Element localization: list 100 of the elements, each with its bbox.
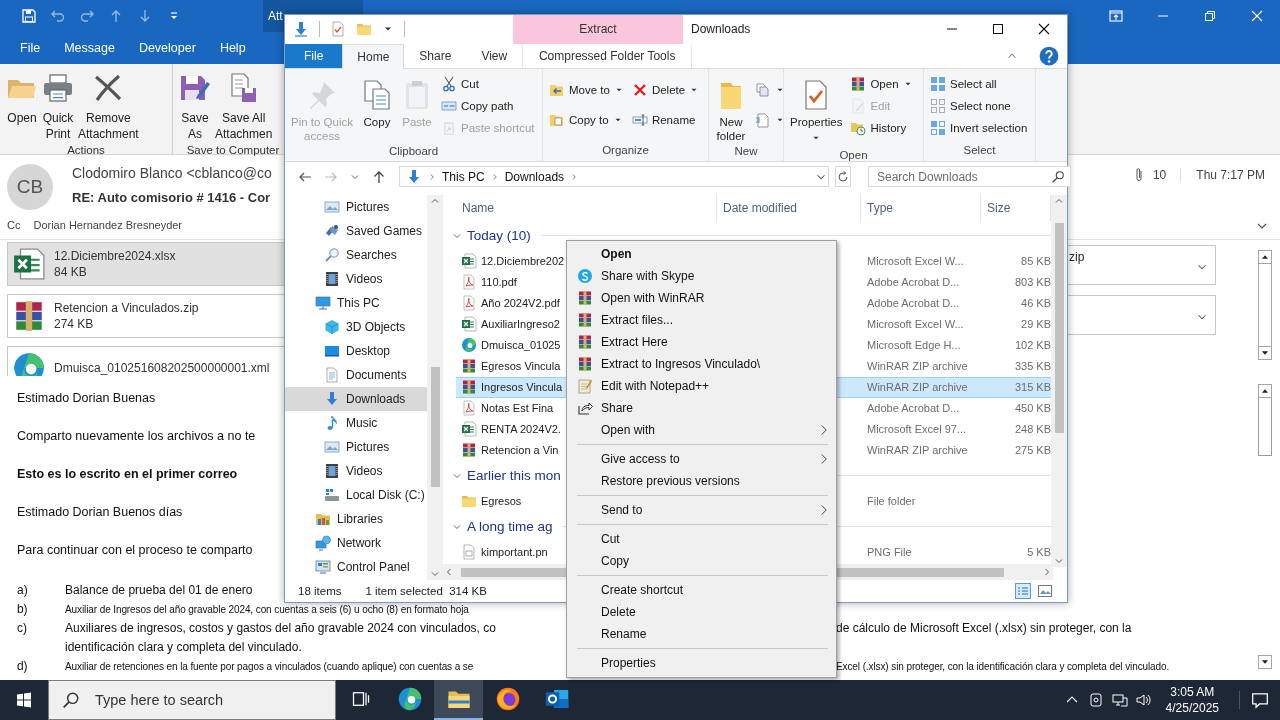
scrollbar[interactable] (836, 564, 1053, 581)
taskbar-app[interactable] (434, 680, 483, 720)
scrollbar[interactable] (1258, 384, 1272, 456)
menu-item[interactable]: Extract files... (567, 309, 836, 331)
ribbon-tab[interactable]: Home (342, 43, 405, 69)
download-arrow-icon[interactable] (293, 21, 309, 38)
attachment-card[interactable]: Retencion a Vinculados.zip 274 KB (7, 294, 284, 338)
ribbon-button[interactable]: New folder (712, 72, 750, 145)
menu-item[interactable]: Send to (567, 499, 836, 521)
file-entry[interactable]: Ingresos Vincula (456, 376, 567, 398)
ribbon-button[interactable]: Copy (358, 72, 396, 131)
ribbon-button[interactable]: History (847, 116, 916, 139)
scrollbar[interactable] (443, 564, 567, 581)
ribbon-button[interactable]: Quick Print (40, 70, 76, 144)
ribbon-button[interactable]: Rename (628, 108, 703, 131)
notifications-icon[interactable] (1251, 691, 1269, 709)
save-icon[interactable] (21, 8, 37, 24)
menu-item[interactable]: Edit with Notepad++ (567, 375, 836, 397)
breadcrumb[interactable]: This PC (442, 169, 485, 184)
menu-item[interactable]: Give access to (567, 448, 836, 470)
menu-tab[interactable]: File (20, 41, 41, 55)
nav-item[interactable]: Saved Games (285, 218, 427, 243)
nav-item[interactable]: Control Panel (285, 554, 427, 579)
nav-item[interactable]: Desktop (285, 338, 427, 363)
nav-item[interactable]: Videos (285, 266, 427, 291)
clock[interactable]: 3:05 AM 4/25/2025 (1165, 684, 1219, 716)
column-header[interactable]: Date modified (717, 194, 861, 221)
nav-item[interactable]: Network (285, 530, 427, 555)
presentation-icon[interactable] (1107, 8, 1124, 24)
menu-item[interactable]: Copy (567, 550, 836, 572)
menu-item[interactable]: Cut (567, 528, 836, 550)
scrollbar[interactable] (427, 194, 443, 581)
menu-item[interactable]: Delete (567, 601, 836, 623)
volume-icon[interactable] (1135, 692, 1152, 708)
menu-item[interactable]: Create shortcut (567, 579, 836, 601)
menu-tab[interactable]: Message (64, 41, 115, 55)
attachment-card[interactable]: zip (1068, 245, 1216, 285)
help-icon[interactable] (1039, 45, 1059, 66)
network-icon[interactable] (1111, 692, 1128, 708)
menu-item[interactable]: Restore previous versions (567, 470, 836, 492)
file-entry[interactable]: Egresos (456, 490, 567, 512)
ribbon-button[interactable]: Remove Attachment (76, 70, 141, 144)
file-entry[interactable]: Notas Est Fina (456, 397, 567, 419)
menu-item[interactable]: Extract to Ingresos Vinculado\ (567, 353, 836, 375)
nav-item[interactable]: Pictures (285, 194, 427, 219)
nav-item[interactable]: Videos (285, 458, 427, 483)
menu-item[interactable]: Share (567, 397, 836, 419)
ribbon-button[interactable]: Select all (927, 72, 1031, 95)
menu-item[interactable]: Extract Here (567, 331, 836, 353)
ribbon-button[interactable]: Open (847, 72, 916, 95)
ribbon-tab[interactable]: Share (404, 43, 467, 68)
undo-icon[interactable] (50, 8, 66, 24)
nav-item[interactable]: Pictures (285, 434, 427, 459)
column-header[interactable]: Type (861, 194, 981, 221)
file-entry[interactable]: 12.Diciembre202 (456, 250, 567, 272)
file-entry[interactable]: Dmuisca_01025 (456, 334, 567, 356)
tray-app-icon[interactable] (1087, 692, 1104, 708)
ribbon-tab[interactable]: File (285, 43, 343, 68)
file-entry[interactable]: Egresos Vincula (456, 355, 567, 377)
file-entry[interactable]: RENTA 2024V2. (456, 418, 567, 440)
menu-item[interactable]: Open with (567, 419, 836, 441)
nav-item[interactable]: Searches (285, 242, 427, 267)
nav-item[interactable]: Local Disk (C:) (285, 482, 427, 507)
menu-tab[interactable]: Help (219, 41, 246, 55)
ribbon-tab[interactable]: Compressed Folder Tools (522, 43, 693, 68)
file-entry[interactable]: Retencion a Vin (456, 439, 567, 461)
ribbon-button[interactable]: Save As (177, 70, 213, 144)
ribbon-tab[interactable]: View (466, 43, 523, 68)
properties-icon[interactable] (330, 21, 346, 38)
attachment-card[interactable]: Dmuisca_010251608202500000001.xml (7, 346, 284, 376)
scroll-thumb[interactable] (1054, 222, 1064, 433)
large-icons-view-icon[interactable] (1037, 583, 1053, 600)
file-entry[interactable]: AuxiliarIngreso2 (456, 313, 567, 335)
details-view-icon[interactable] (1015, 583, 1031, 600)
nav-item[interactable]: 3D Objects (285, 314, 427, 339)
menu-item[interactable]: Open with WinRAR (567, 287, 836, 309)
scroll-thumb[interactable] (836, 567, 1004, 577)
ribbon-button[interactable]: Properties (787, 72, 846, 149)
ribbon-button[interactable]: Move to (546, 78, 627, 101)
scrollbar[interactable] (1258, 250, 1272, 360)
ribbon-button[interactable]: Copy to (546, 108, 627, 131)
ribbon-button[interactable]: Invert selection (927, 116, 1031, 139)
ribbon-button[interactable]: Cut (438, 72, 538, 95)
scroll-down-icon[interactable] (1258, 655, 1272, 669)
file-entry[interactable]: Año 2024V2.pdf (456, 292, 567, 314)
attachment-card[interactable]: 12.Diciembre2024.xlsx 84 KB (7, 242, 284, 286)
scrollbar[interactable] (1051, 194, 1067, 567)
menu-item[interactable]: Rename (567, 623, 836, 645)
scroll-thumb[interactable] (430, 366, 440, 487)
file-entry[interactable]: kimportant.pn (456, 541, 567, 563)
breadcrumb[interactable]: Downloads (504, 169, 565, 184)
redo-icon[interactable] (79, 8, 95, 24)
refresh-icon[interactable] (836, 169, 850, 184)
menu-item[interactable]: Share with Skype (567, 265, 836, 287)
nav-item[interactable]: Documents (285, 362, 427, 387)
ribbon-button[interactable]: Save All Attachmen (213, 70, 275, 144)
nav-item[interactable]: Downloads (285, 386, 427, 411)
menu-item[interactable]: Properties (567, 652, 836, 674)
ribbon-button[interactable]: Open (4, 70, 40, 144)
nav-item[interactable]: This PC (285, 290, 427, 315)
